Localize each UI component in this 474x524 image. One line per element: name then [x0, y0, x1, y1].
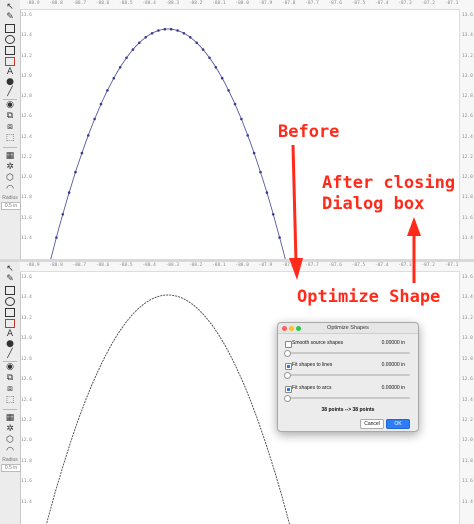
- curve-node[interactable]: [252, 151, 256, 155]
- curve-node[interactable]: [265, 191, 269, 194]
- curve-node[interactable]: [55, 236, 58, 239]
- curve-node[interactable]: [99, 102, 103, 106]
- curve-node[interactable]: [87, 134, 90, 137]
- ok-button[interactable]: OK: [386, 419, 410, 429]
- curve-node[interactable]: [169, 27, 173, 31]
- curve-node[interactable]: [214, 66, 218, 69]
- points-summary: 38 points --> 38 points: [321, 407, 375, 413]
- curve-node[interactable]: [176, 29, 179, 32]
- option-value: 0.00000 in: [381, 362, 405, 368]
- curve-node[interactable]: [259, 170, 262, 174]
- curve-node[interactable]: [67, 191, 71, 194]
- fit-lines-option: Fit shapes to lines 0.00000 in: [285, 361, 411, 370]
- curve-node[interactable]: [220, 76, 224, 80]
- smooth-slider[interactable]: [284, 350, 410, 357]
- smooth-source-option: Smooth source shapes 0.00000 in: [285, 339, 411, 348]
- parabola-path[interactable]: [46, 294, 290, 524]
- zoom-window-icon[interactable]: [296, 326, 301, 331]
- curve-node[interactable]: [182, 32, 186, 35]
- slider-knob[interactable]: [284, 395, 291, 402]
- cancel-button[interactable]: Cancel: [360, 419, 384, 429]
- option-value: 0.00000 in: [381, 385, 405, 391]
- fit-arcs-option: Fit shapes to arcs 0.00000 in: [285, 384, 411, 393]
- curve-node[interactable]: [189, 36, 192, 39]
- close-window-icon[interactable]: [282, 326, 287, 331]
- optimize-annotation: Optimize Shape: [297, 287, 441, 307]
- after-annotation-line2: Dialog box: [322, 194, 425, 214]
- smooth-checkbox[interactable]: [285, 340, 292, 348]
- curve-node[interactable]: [240, 117, 243, 121]
- curve-node[interactable]: [80, 151, 84, 155]
- curve-node[interactable]: [131, 48, 135, 51]
- curve-node[interactable]: [61, 213, 65, 216]
- curve-node[interactable]: [106, 89, 109, 92]
- minimize-window-icon[interactable]: [289, 326, 294, 331]
- canvas-before: ↖ ✎ A ● ╱ ◉ ⧉ ⧈ ⬚ ▦ ✲ ⬡ ◠ Radius 0.5 in …: [0, 0, 474, 260]
- parabola-shape-with-nodes[interactable]: [0, 0, 474, 260]
- option-label: Smooth source shapes: [292, 340, 344, 346]
- curve-node[interactable]: [246, 134, 249, 137]
- before-annotation: Before: [278, 122, 340, 142]
- curve-node[interactable]: [118, 66, 122, 69]
- curve-node[interactable]: [112, 76, 116, 80]
- slider-knob[interactable]: [284, 350, 291, 357]
- option-value: 0.00000 in: [381, 340, 405, 346]
- curve-node[interactable]: [201, 48, 205, 51]
- curve-node[interactable]: [208, 56, 211, 60]
- after-annotation-line1: After closing: [322, 173, 456, 193]
- curve-node[interactable]: [74, 170, 77, 174]
- curve-node[interactable]: [233, 102, 237, 106]
- curve-node[interactable]: [195, 41, 198, 45]
- curve-node[interactable]: [150, 32, 154, 35]
- curve-node[interactable]: [163, 27, 167, 31]
- slider-knob[interactable]: [284, 372, 291, 379]
- curve-node[interactable]: [93, 117, 96, 121]
- option-label: Fit shapes to arcs: [292, 385, 332, 391]
- fit-lines-slider[interactable]: [284, 372, 410, 379]
- curve-node[interactable]: [125, 56, 128, 60]
- fit-lines-checkbox[interactable]: [285, 362, 292, 370]
- fit-arcs-checkbox[interactable]: [285, 385, 292, 393]
- optimize-shapes-dialog: Optimize Shapes Smooth source shapes 0.0…: [277, 322, 419, 432]
- option-label: Fit shapes to lines: [292, 362, 333, 368]
- curve-node[interactable]: [278, 236, 281, 239]
- curve-node[interactable]: [227, 89, 230, 92]
- curve-node[interactable]: [271, 213, 275, 216]
- curve-node[interactable]: [138, 41, 141, 45]
- curve-node[interactable]: [144, 36, 147, 39]
- curve-node[interactable]: [157, 29, 160, 32]
- fit-arcs-slider[interactable]: [284, 395, 410, 402]
- parabola-path[interactable]: [50, 28, 286, 260]
